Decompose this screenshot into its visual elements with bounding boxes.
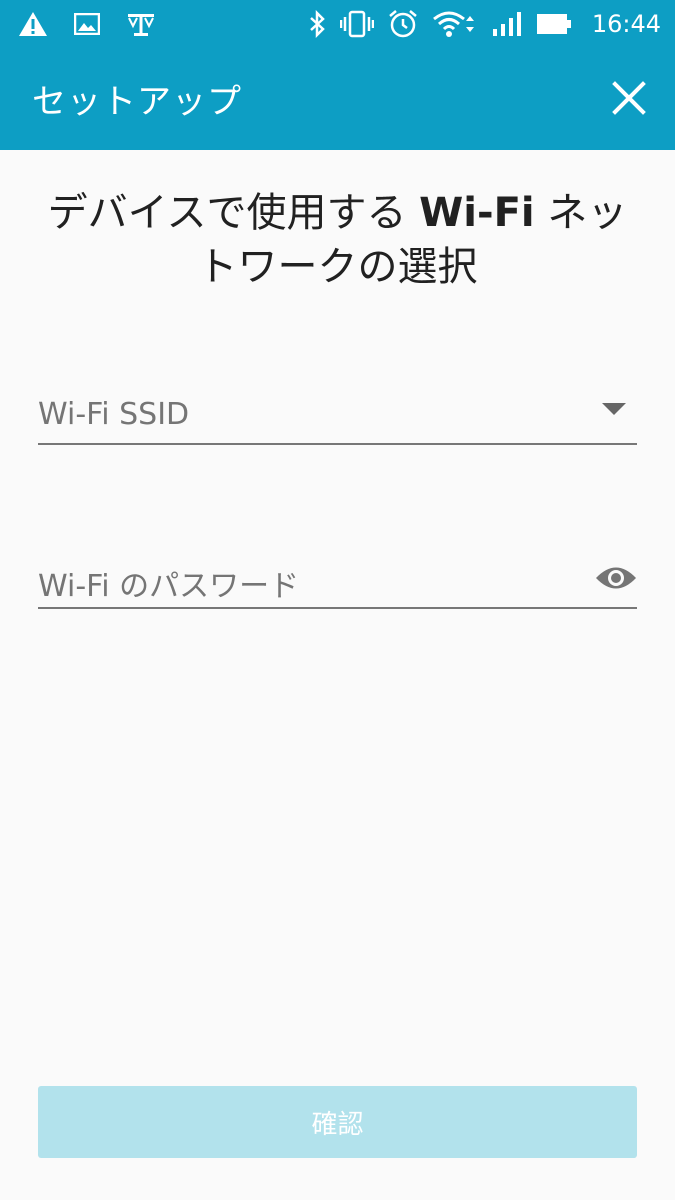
heading-text-part1: デバイスで使用する xyxy=(47,190,420,236)
dropdown-arrow-icon[interactable] xyxy=(601,401,627,420)
vibrate-icon xyxy=(339,10,374,38)
image-icon xyxy=(74,13,100,35)
battery-icon xyxy=(536,13,572,35)
close-button[interactable] xyxy=(605,74,653,122)
heading-text-bold: Wi-Fi xyxy=(419,190,535,236)
wifi-ssid-field[interactable]: Wi-Fi SSID xyxy=(38,383,637,445)
bluetooth-icon xyxy=(308,10,326,38)
alarm-icon xyxy=(388,9,418,39)
wifi-password-field[interactable]: Wi-Fi のパスワード xyxy=(38,547,637,609)
status-notification-icons xyxy=(18,8,156,40)
page-heading: デバイスで使用する Wi-Fi ネットワークの選択 xyxy=(30,186,645,294)
close-icon xyxy=(612,81,646,115)
wifi-ssid-placeholder: Wi-Fi SSID xyxy=(38,397,190,432)
eye-icon[interactable] xyxy=(595,565,637,595)
status-bar: 16:44 xyxy=(0,0,675,48)
status-system-icons: 16:44 xyxy=(308,8,661,40)
app-bar-title: セットアップ xyxy=(32,82,242,122)
app-bar: セットアップ xyxy=(0,48,675,150)
status-time: 16:44 xyxy=(591,10,661,38)
warning-icon xyxy=(18,10,48,38)
signal-icon xyxy=(492,11,522,37)
scale-icon xyxy=(126,11,156,37)
wifi-icon xyxy=(432,10,478,38)
confirm-button[interactable]: 確認 xyxy=(38,1086,637,1158)
wifi-password-placeholder: Wi-Fi のパスワード xyxy=(38,569,300,604)
